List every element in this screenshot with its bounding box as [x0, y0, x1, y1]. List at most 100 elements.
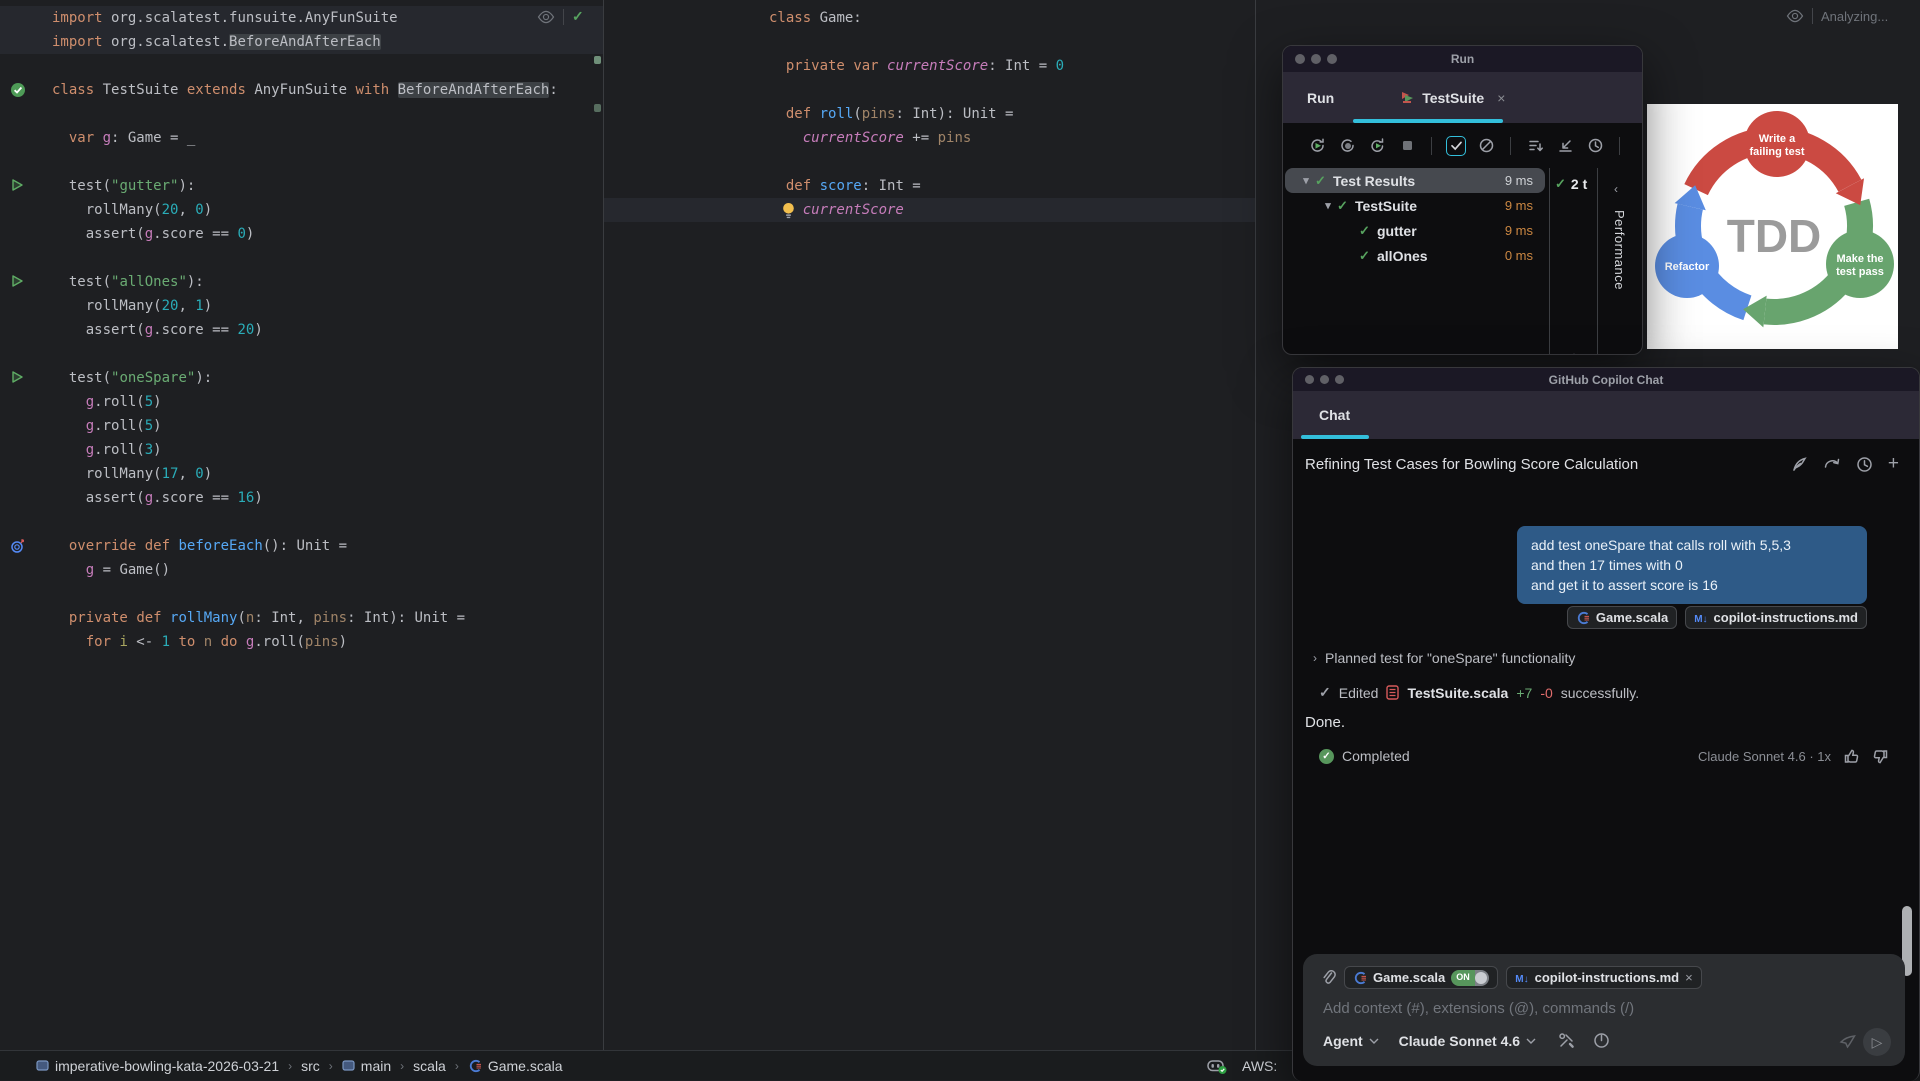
eye-icon[interactable] — [537, 10, 555, 24]
run-test-gutter-icon[interactable] — [10, 370, 24, 384]
editor-game[interactable]: class Game: private var currentScore: In… — [604, 0, 1255, 1050]
test-name: gutter — [1377, 223, 1417, 239]
tab-chat[interactable]: Chat — [1319, 407, 1350, 423]
no-problems-icon[interactable]: ✓ — [572, 8, 584, 25]
breadcrumb-separator-icon: › — [329, 1059, 333, 1073]
test-tree-row-testsuite[interactable]: ▾✓TestSuite9 ms — [1285, 193, 1545, 218]
folder-icon — [36, 1059, 49, 1072]
history-icon[interactable] — [1856, 456, 1873, 473]
aws-status[interactable]: AWS: — [1242, 1058, 1277, 1074]
thumbs-up-icon[interactable] — [1843, 748, 1860, 765]
edit-thread-icon[interactable] — [1791, 456, 1808, 473]
breadcrumb-item[interactable]: main — [342, 1058, 391, 1074]
run-test-gutter-icon[interactable] — [10, 274, 24, 288]
chat-input-placeholder[interactable]: Add context (#), extensions (@), command… — [1323, 1000, 1634, 1017]
agent-mode-dropdown[interactable]: Agent — [1323, 1033, 1363, 1049]
chat-tabs: Chat — [1293, 391, 1919, 439]
close-tab-icon[interactable]: × — [1497, 90, 1505, 106]
code-line: rollMany(20, 1) — [0, 294, 603, 318]
code-line: assert(g.score == 0) — [0, 222, 603, 246]
usage-gauge-icon[interactable] — [1593, 1032, 1610, 1049]
test-tree-row-gutter[interactable]: ✓gutter9 ms — [1285, 218, 1545, 243]
chip-label: Game.scala — [1373, 970, 1445, 985]
scala-file-icon — [1353, 971, 1367, 985]
context-chip-copilot-instructions-md[interactable]: M↓copilot-instructions.md× — [1506, 966, 1701, 989]
md-file-icon: M↓ — [1515, 970, 1528, 985]
chip-label: Game.scala — [1596, 610, 1668, 625]
breadcrumb-item[interactable]: Game.scala — [468, 1058, 563, 1074]
import-test-results-icon[interactable] — [1555, 136, 1575, 156]
code-line — [0, 150, 603, 174]
rerun-auto-icon[interactable] — [1367, 136, 1387, 156]
pane-divider[interactable] — [603, 0, 604, 1050]
sort-tests-icon[interactable] — [1525, 136, 1545, 156]
editor-testsuite[interactable]: import org.scalatest.funsuite.AnyFunSuit… — [0, 0, 603, 1050]
stop-icon[interactable] — [1397, 136, 1417, 156]
expander-icon[interactable]: ▾ — [1297, 174, 1315, 187]
test-duration: 0 ms — [1505, 248, 1533, 263]
tdd-diagram-image: TDD Write a failing test Make the test p… — [1647, 104, 1898, 349]
remove-chip-icon[interactable]: × — [1685, 970, 1693, 985]
run-window-titlebar[interactable]: Run — [1283, 46, 1642, 72]
test-duration: 9 ms — [1505, 198, 1533, 213]
override-gutter-icon[interactable] — [10, 538, 26, 554]
inspections-widget-right[interactable]: Analyzing... — [1786, 8, 1888, 24]
move-up-icon[interactable]: ↑ — [1550, 349, 1598, 355]
testsuite-file-icon — [1386, 685, 1399, 700]
background-send-icon[interactable] — [1839, 1034, 1857, 1050]
test-name: allOnes — [1377, 248, 1428, 264]
pane-divider-2[interactable] — [1255, 0, 1256, 1050]
redo-icon[interactable] — [1823, 456, 1841, 473]
breadcrumb-item[interactable]: imperative-bowling-kata-2026-03-21 — [36, 1058, 279, 1074]
edited-file-name[interactable]: TestSuite.scala — [1407, 685, 1508, 701]
inspections-widget-left[interactable]: ✓ — [537, 8, 584, 25]
test-tree-row-test-results[interactable]: ▾✓Test Results9 ms — [1285, 168, 1545, 193]
test-tree-row-allones[interactable]: ✓allOnes0 ms — [1285, 243, 1545, 268]
toolbar-separator — [1510, 137, 1511, 155]
context-chip-game-scala[interactable]: Game.scala ON — [1344, 966, 1498, 989]
plan-step-row[interactable]: › Planned test for "oneSpare" functional… — [1313, 650, 1575, 666]
copilot-status-icon[interactable] — [1206, 1057, 1228, 1075]
code-line: test("allOnes"): — [0, 270, 603, 294]
tab-testsuite[interactable]: TestSuite × — [1400, 90, 1505, 106]
collapse-icon[interactable]: ‹ — [1614, 182, 1618, 196]
send-button[interactable]: ▷ — [1863, 1028, 1891, 1056]
assistant-done-text: Done. — [1305, 714, 1345, 731]
thumbs-down-icon[interactable] — [1872, 748, 1889, 765]
paperclip-icon[interactable] — [1321, 969, 1336, 986]
model-dropdown[interactable]: Claude Sonnet 4.6 — [1399, 1033, 1520, 1049]
context-chip-copilot-instructions-md[interactable]: M↓ copilot-instructions.md — [1685, 606, 1867, 629]
test-passed-gutter-icon[interactable] — [10, 82, 26, 98]
rerun-tests-icon[interactable] — [1307, 136, 1327, 156]
chevron-right-icon[interactable]: › — [1313, 651, 1317, 665]
chat-input-box[interactable]: Game.scala ON M↓copilot-instructions.md× A… — [1303, 954, 1905, 1066]
toolbar-separator — [1431, 137, 1432, 155]
active-tab-underline — [1353, 119, 1503, 123]
chat-window-titlebar[interactable]: GitHub Copilot Chat — [1293, 368, 1919, 391]
run-test-gutter-icon[interactable] — [10, 178, 24, 192]
tools-icon[interactable] — [1558, 1032, 1575, 1049]
show-passed-icon[interactable] — [1446, 136, 1466, 156]
chip-label: copilot-instructions.md — [1714, 610, 1858, 625]
md-file-icon: M↓ — [1694, 610, 1707, 625]
code-line — [0, 102, 603, 126]
run-tabs: Run TestSuite × — [1283, 72, 1642, 123]
chip-toggle[interactable]: ON — [1451, 970, 1489, 986]
tab-run[interactable]: Run — [1307, 90, 1334, 106]
breadcrumb-item[interactable]: scala — [413, 1058, 446, 1074]
breadcrumb-item[interactable]: src — [301, 1058, 320, 1074]
rerun-failed-tests-icon[interactable] — [1337, 136, 1357, 156]
show-ignored-icon[interactable] — [1476, 136, 1496, 156]
code-line — [0, 582, 603, 606]
context-chip-game-scala[interactable]: Game.scala — [1567, 606, 1677, 629]
tab-performance[interactable]: Performance — [1612, 210, 1627, 290]
test-results-tree: ▾✓Test Results9 ms▾✓TestSuite9 ms✓gutter… — [1283, 168, 1549, 354]
code-line: def roll(pins: Int): Unit = — [604, 102, 1255, 126]
code-line: def score: Int = — [604, 174, 1255, 198]
eye-icon[interactable] — [1786, 9, 1804, 23]
new-chat-icon[interactable]: + — [1888, 456, 1899, 473]
completed-row: ✓ Completed — [1319, 748, 1410, 764]
test-history-icon[interactable] — [1585, 136, 1605, 156]
tests-passed-badge: ✓ 2 t — [1555, 176, 1597, 192]
expander-icon[interactable]: ▾ — [1319, 199, 1337, 212]
